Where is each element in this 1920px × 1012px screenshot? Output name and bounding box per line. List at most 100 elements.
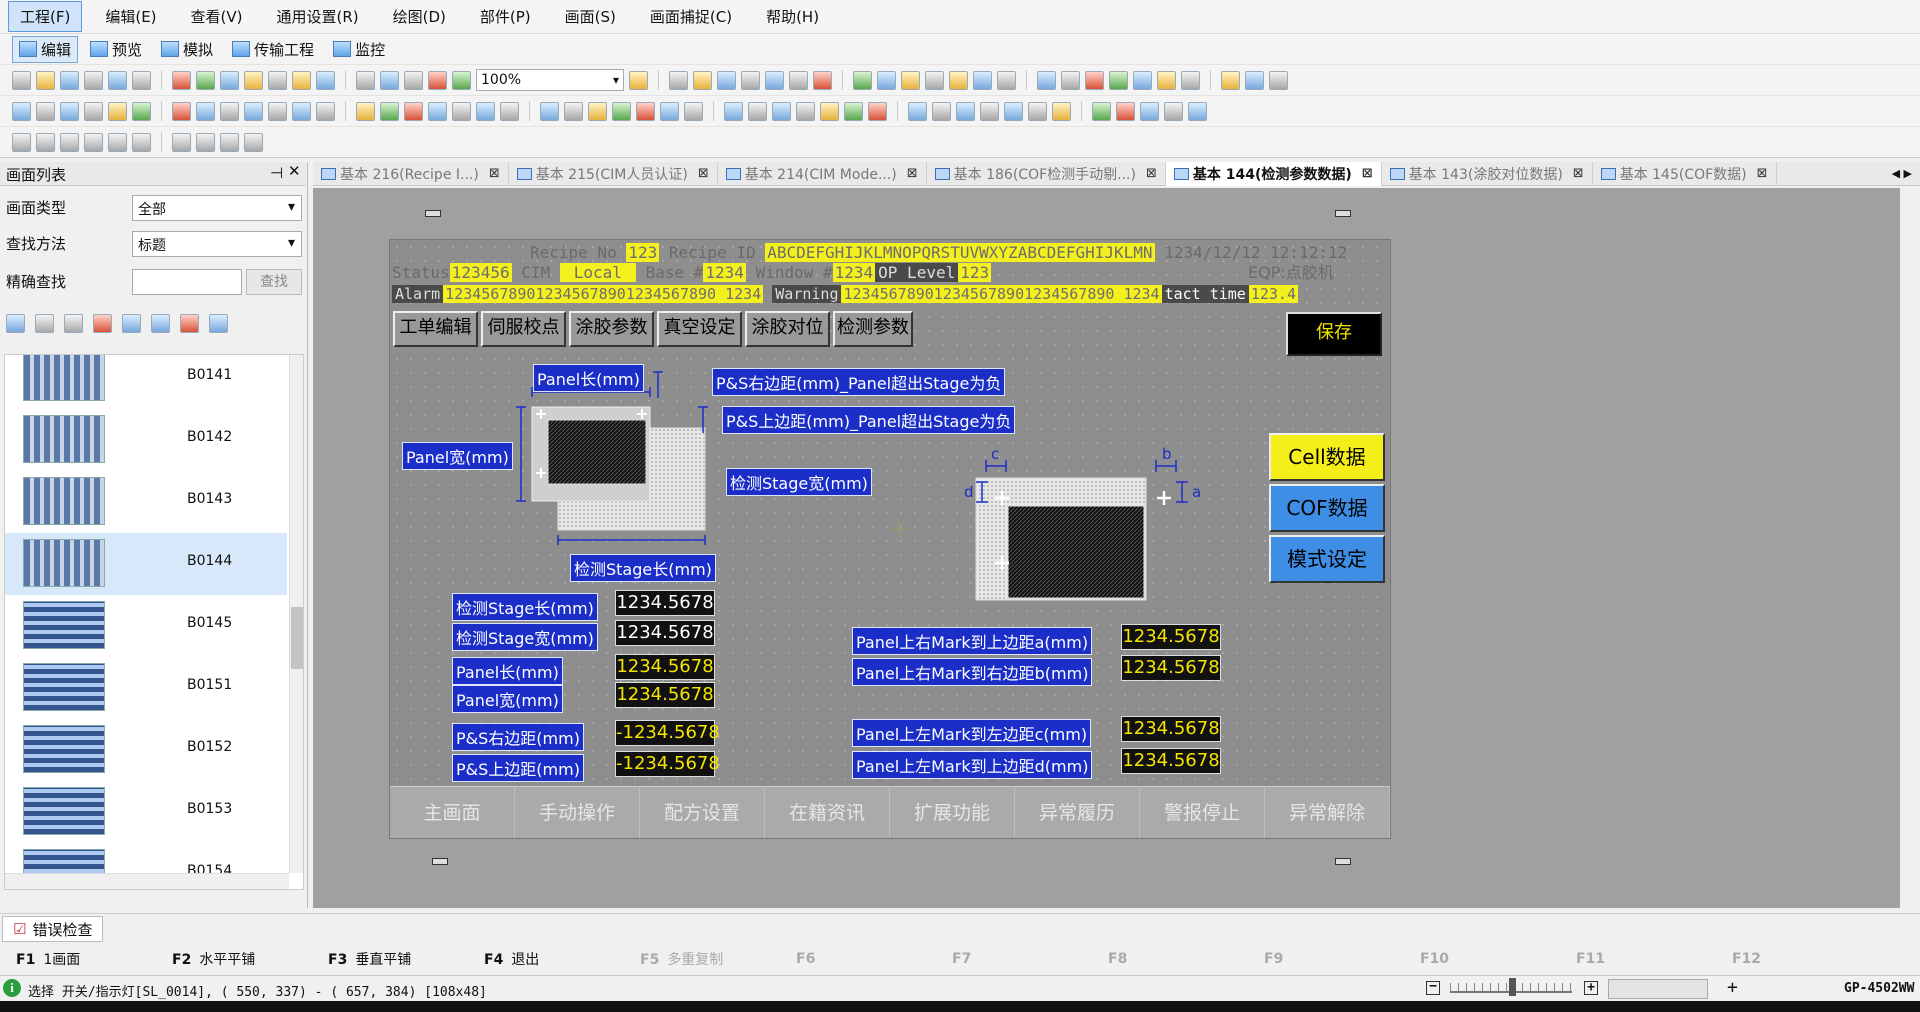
- parameter-value-display[interactable]: 1234.5678: [615, 590, 715, 616]
- toolbar-tool-icon[interactable]: [244, 70, 263, 90]
- toolbar-tool-icon[interactable]: [1157, 70, 1176, 90]
- data-page-button[interactable]: COF数据: [1269, 484, 1385, 532]
- toolbar-tool-icon[interactable]: [36, 70, 55, 90]
- toolbar-tool-icon[interactable]: [1037, 70, 1056, 90]
- toolbar-tool-icon[interactable]: [980, 101, 999, 121]
- toolbar-tool-icon[interactable]: [292, 70, 311, 90]
- toolbar-tool-icon[interactable]: [220, 101, 239, 121]
- function-key[interactable]: F9: [1248, 951, 1404, 967]
- zoom-select[interactable]: 100%: [476, 69, 624, 91]
- rebuild-icon[interactable]: [180, 314, 199, 333]
- screen-tab[interactable]: 基本 215(CIM人员认证) ⊠: [509, 161, 718, 186]
- toolbar-tool-icon[interactable]: [108, 132, 127, 152]
- data-page-button[interactable]: Cell数据: [1269, 433, 1385, 481]
- toolbar-tool-icon[interactable]: [316, 70, 335, 90]
- screen-list-item[interactable]: B0141: [5, 355, 287, 409]
- screen-list-item[interactable]: B0142: [5, 409, 287, 471]
- function-key[interactable]: F4 退出: [468, 949, 624, 969]
- toolbar-tool-icon[interactable]: [60, 70, 79, 90]
- toolbar-tool-icon[interactable]: [220, 70, 239, 90]
- toolbar-tool-icon[interactable]: [12, 101, 31, 121]
- function-key[interactable]: F7: [936, 951, 1092, 967]
- screen-list-item[interactable]: B0145: [5, 595, 287, 657]
- toolbar-tool-icon[interactable]: [428, 70, 447, 90]
- toolbar-tool-icon[interactable]: [853, 70, 872, 90]
- toolbar-tool-icon[interactable]: [724, 101, 743, 121]
- function-key[interactable]: F3 垂直平铺: [312, 949, 468, 969]
- nav-button[interactable]: 手动操作: [515, 787, 640, 838]
- zoom-in-icon[interactable]: +: [1584, 981, 1598, 995]
- toolbar-tool-icon[interactable]: [452, 101, 471, 121]
- toolbar-tool-icon[interactable]: [108, 101, 127, 121]
- toolbar-tool-icon[interactable]: [268, 70, 287, 90]
- screen-tab[interactable]: 基本 145(COF数据) ⊠: [1593, 161, 1777, 186]
- data-page-button[interactable]: 模式设定: [1269, 535, 1385, 583]
- toolbar-tool-icon[interactable]: [108, 70, 127, 90]
- mode-button[interactable]: 预览: [83, 36, 149, 63]
- export-icon[interactable]: [151, 314, 170, 333]
- toolbar-tool-icon[interactable]: [60, 101, 79, 121]
- toolbar-tool-icon[interactable]: [748, 101, 767, 121]
- screen-list-item[interactable]: B0151: [5, 657, 287, 719]
- toolbar-tool-icon[interactable]: [220, 132, 239, 152]
- workspace-vertical-scrollbar[interactable]: [1900, 188, 1920, 908]
- close-icon[interactable]: ⊠: [907, 166, 918, 181]
- toolbar-tool-icon[interactable]: [172, 101, 191, 121]
- close-icon[interactable]: ⊠: [1362, 166, 1373, 181]
- copy-screen-icon[interactable]: [35, 314, 54, 333]
- toolbar-tool-icon[interactable]: [84, 70, 103, 90]
- parameter-value-display[interactable]: 1234.5678: [615, 620, 715, 646]
- menu-item[interactable]: 帮助(H): [755, 2, 830, 31]
- menu-item[interactable]: 绘图(D): [382, 2, 457, 31]
- mark-parameter-value-display[interactable]: 1234.5678: [1121, 655, 1221, 681]
- toolbar-tool-icon[interactable]: [877, 70, 896, 90]
- screen-tab[interactable]: 基本 216(Recipe I...) ⊠: [313, 161, 509, 186]
- parameter-value-display[interactable]: -1234.5678: [615, 751, 720, 777]
- toolbar-tool-icon[interactable]: [669, 70, 688, 90]
- toolbar-tool-icon[interactable]: [765, 70, 784, 90]
- toolbar-tool-icon[interactable]: [1061, 70, 1080, 90]
- toolbar-tool-icon[interactable]: [1004, 101, 1023, 121]
- function-key[interactable]: F1 1画面: [0, 949, 156, 969]
- screen-list-item[interactable]: B0143: [5, 471, 287, 533]
- toolbar-tool-icon[interactable]: [356, 101, 375, 121]
- toolbar-tool-icon[interactable]: [380, 101, 399, 121]
- mode-button[interactable]: 监控: [326, 36, 392, 63]
- toolbar-tool-icon[interactable]: [244, 101, 263, 121]
- toolbar-tool-icon[interactable]: [1028, 101, 1047, 121]
- nav-button[interactable]: 异常履历: [1015, 787, 1140, 838]
- toolbar-tool-icon[interactable]: [1092, 101, 1111, 121]
- zoom-out-icon[interactable]: −: [1426, 980, 1440, 995]
- toolbar-tool-icon[interactable]: [12, 132, 31, 152]
- function-key[interactable]: F2 水平平铺: [156, 949, 312, 969]
- toolbar-tool-icon[interactable]: [844, 101, 863, 121]
- toolbar-tool-icon[interactable]: [476, 101, 495, 121]
- toolbar-tool-icon[interactable]: [1116, 101, 1135, 121]
- toolbar-tool-icon[interactable]: [172, 70, 191, 90]
- menu-item[interactable]: 通用设置(R): [266, 2, 370, 31]
- toolbar-tool-icon[interactable]: [196, 132, 215, 152]
- nav-button[interactable]: 主画面: [390, 787, 515, 838]
- function-key[interactable]: F6: [780, 951, 936, 967]
- close-icon[interactable]: ⊠: [489, 166, 500, 181]
- toolbar-tool-icon[interactable]: [796, 101, 815, 121]
- delete-screen-icon[interactable]: [93, 314, 112, 333]
- nav-button[interactable]: 警报停止: [1140, 787, 1265, 838]
- menu-item[interactable]: 画面捕捉(C): [639, 2, 743, 31]
- screen-list-item[interactable]: B0153: [5, 781, 287, 843]
- toolbar-tool-icon[interactable]: [132, 101, 151, 121]
- mark-parameter-value-display[interactable]: 1234.5678: [1121, 716, 1221, 742]
- toolbar-tool-icon[interactable]: [908, 101, 927, 121]
- exact-search-input[interactable]: [132, 269, 242, 295]
- toolbar-tool-icon[interactable]: [868, 101, 887, 121]
- function-key[interactable]: F11: [1560, 951, 1716, 967]
- toolbar-tool-icon[interactable]: [428, 101, 447, 121]
- close-icon[interactable]: ✕: [288, 162, 301, 180]
- toolbar-tool-icon[interactable]: [404, 70, 423, 90]
- toolbar-tool-icon[interactable]: [636, 101, 655, 121]
- import-icon[interactable]: [122, 314, 141, 333]
- toolbar-tool-icon[interactable]: [1181, 70, 1200, 90]
- toolbar-tool-icon[interactable]: [741, 70, 760, 90]
- toolbar-tool-icon[interactable]: [973, 70, 992, 90]
- close-icon[interactable]: ⊠: [1146, 166, 1157, 181]
